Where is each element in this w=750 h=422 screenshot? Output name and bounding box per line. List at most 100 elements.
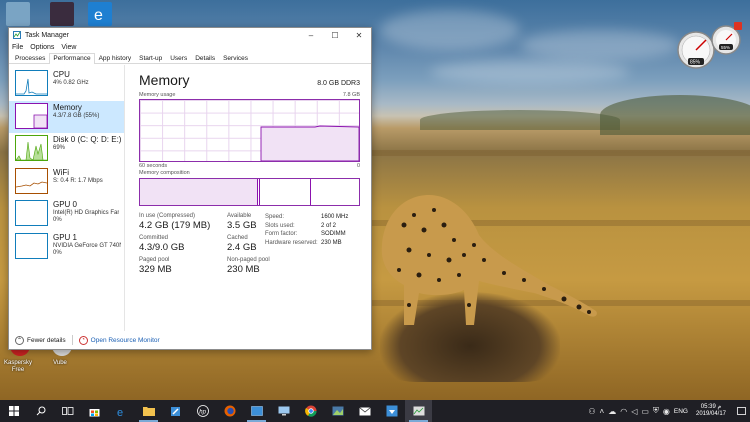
disk-thumbnail-graph xyxy=(15,135,48,161)
tab-details[interactable]: Details xyxy=(191,53,219,63)
hp-button[interactable]: hp xyxy=(189,400,216,422)
hw-reserved-label: Hardware reserved: xyxy=(265,239,318,246)
in-use-value: 4.2 GB (179 MB) xyxy=(139,220,211,231)
people-icon[interactable]: ⚇ xyxy=(588,407,595,416)
start-button[interactable] xyxy=(0,400,27,422)
paged-pool-label: Paged pool xyxy=(139,257,170,263)
sidebar-item-value: 4.3/7.8 GB (55%) xyxy=(53,112,100,119)
tab-performance[interactable]: Performance xyxy=(49,53,95,64)
folder-icon xyxy=(142,407,155,416)
firefox-button[interactable] xyxy=(216,400,243,422)
window-app-icon xyxy=(250,406,263,416)
detail-title: Memory xyxy=(139,72,190,88)
download-app-icon xyxy=(386,405,397,417)
sidebar-item-gpu1[interactable]: GPU 1 NVIDIA GeForce GT 740N 0% xyxy=(9,231,124,264)
clock-time: 05:39 م xyxy=(700,403,722,410)
edge-taskbar-button[interactable]: e xyxy=(108,400,135,422)
hw-slots-value: 2 of 2 xyxy=(321,222,337,229)
app-a-button[interactable] xyxy=(243,400,270,422)
edge-icon[interactable]: e xyxy=(88,2,112,26)
firefox-icon xyxy=(224,405,235,417)
action-center-button[interactable] xyxy=(734,400,748,422)
wifi-icon[interactable]: ◠ xyxy=(620,407,627,416)
menu-file[interactable]: File xyxy=(12,44,23,51)
in-use-label: In use (Compressed) xyxy=(139,213,196,219)
composition-free[interactable] xyxy=(311,179,359,205)
sidebar-item-disk[interactable]: Disk 0 (C: Q: D: E:) 69% xyxy=(9,133,124,166)
gadget-cpu-value: 85% xyxy=(690,60,701,66)
wifi-thumbnail-graph xyxy=(15,167,48,194)
app-b-button[interactable] xyxy=(270,400,297,422)
chevron-up-icon[interactable]: ˄ xyxy=(600,407,605,416)
sidebar-item-wifi[interactable]: WiFi S: 0.4 R: 1.7 Mbps xyxy=(9,166,124,199)
tab-startup[interactable]: Start-up xyxy=(135,53,166,63)
graph-axis-left: 60 seconds xyxy=(139,163,168,169)
paged-pool-value: 329 MB xyxy=(139,264,172,275)
battery-icon[interactable]: ▭ xyxy=(641,407,649,416)
usage-graph-label: Memory usage xyxy=(139,92,176,98)
search-icon xyxy=(36,406,45,416)
tab-processes[interactable]: Processes xyxy=(11,53,49,63)
maximize-button[interactable]: ☐ xyxy=(323,28,347,42)
sidebar-item-value: 0% xyxy=(53,249,62,256)
desktop-icon-label[interactable]: Vube xyxy=(42,360,78,367)
recycle-bin-icon[interactable] xyxy=(6,2,30,26)
menu-bar: File Options View xyxy=(9,42,371,53)
sidebar-item-value: 69% xyxy=(53,145,66,151)
tab-app-history[interactable]: App history xyxy=(95,53,136,63)
open-resource-monitor-link[interactable]: Open Resource Monitor xyxy=(91,337,160,344)
cpu-meter-gadget[interactable]: 85% 55% xyxy=(676,20,744,72)
sidebar-item-cpu[interactable]: CPU 4% 0.82 GHz xyxy=(9,68,124,101)
tools-button[interactable] xyxy=(162,400,189,422)
store-icon xyxy=(89,408,100,416)
cloud xyxy=(520,30,680,60)
desktop-icon-label[interactable]: Kaspersky Free xyxy=(0,360,36,374)
task-manager-taskbar-button[interactable] xyxy=(405,400,432,422)
cloud xyxy=(430,60,630,84)
task-manager-icon xyxy=(413,406,424,416)
onedrive-icon[interactable]: ☁ xyxy=(608,407,616,416)
title-bar[interactable]: Task Manager – ☐ ✕ xyxy=(9,28,371,42)
memory-composition-bar xyxy=(139,178,360,206)
cached-label: Cached xyxy=(227,235,248,241)
close-button[interactable]: ✕ xyxy=(347,28,371,42)
window-footer: ⌃ Fewer details ◔ Open Resource Monitor xyxy=(9,331,371,349)
composition-standby[interactable] xyxy=(260,179,311,205)
available-value: 3.5 GB xyxy=(227,220,257,231)
hp-logo-icon: hp xyxy=(196,405,209,417)
sidebar-item-memory[interactable]: Memory 4.3/7.8 GB (55%) xyxy=(9,100,124,133)
store-button[interactable] xyxy=(81,400,108,422)
chevron-up-icon[interactable]: ⌃ xyxy=(15,335,24,345)
mail-button[interactable] xyxy=(351,400,378,422)
file-explorer-button[interactable] xyxy=(135,400,162,422)
sidebar-item-gpu0[interactable]: GPU 0 Intel(R) HD Graphics Far 0% xyxy=(9,198,124,231)
menu-options[interactable]: Options xyxy=(30,44,54,51)
language-indicator[interactable]: ENG xyxy=(674,408,688,415)
cached-value: 2.4 GB xyxy=(227,242,257,253)
hp-tray-icon[interactable]: ◉ xyxy=(663,407,670,416)
minimize-button[interactable]: – xyxy=(299,28,323,42)
search-button[interactable] xyxy=(27,400,54,422)
volume-icon[interactable]: ◁ xyxy=(631,407,637,416)
security-icon[interactable]: ⛨ xyxy=(653,406,659,416)
app-shortcut-icon[interactable] xyxy=(50,2,74,26)
task-view-button[interactable] xyxy=(54,400,81,422)
clock[interactable]: 05:39 م 2019/04/17 xyxy=(692,404,730,419)
task-manager-icon xyxy=(13,31,21,39)
sidebar-item-value: S: 0.4 R: 1.7 Mbps xyxy=(53,177,103,184)
tab-users[interactable]: Users xyxy=(166,53,191,63)
non-paged-pool-label: Non-paged pool xyxy=(227,257,270,263)
resource-monitor-icon[interactable]: ◔ xyxy=(78,335,88,345)
app-d-button[interactable] xyxy=(378,400,405,422)
tab-services[interactable]: Services xyxy=(219,53,252,63)
available-label: Available xyxy=(227,213,252,219)
fewer-details-link[interactable]: Fewer details xyxy=(27,337,66,344)
menu-view[interactable]: View xyxy=(61,44,76,51)
tab-strip: Processes Performance App history Start-… xyxy=(9,53,371,64)
resource-sidebar: CPU 4% 0.82 GHz Memory 4.3/7.8 GB (55%) xyxy=(9,65,125,331)
gadget-ram-value: 55% xyxy=(721,45,730,50)
app-c-button[interactable] xyxy=(324,400,351,422)
task-manager-window[interactable]: Task Manager – ☐ ✕ File Options View Pro… xyxy=(8,27,372,350)
composition-in-use[interactable] xyxy=(140,179,259,205)
chrome-button[interactable] xyxy=(297,400,324,422)
